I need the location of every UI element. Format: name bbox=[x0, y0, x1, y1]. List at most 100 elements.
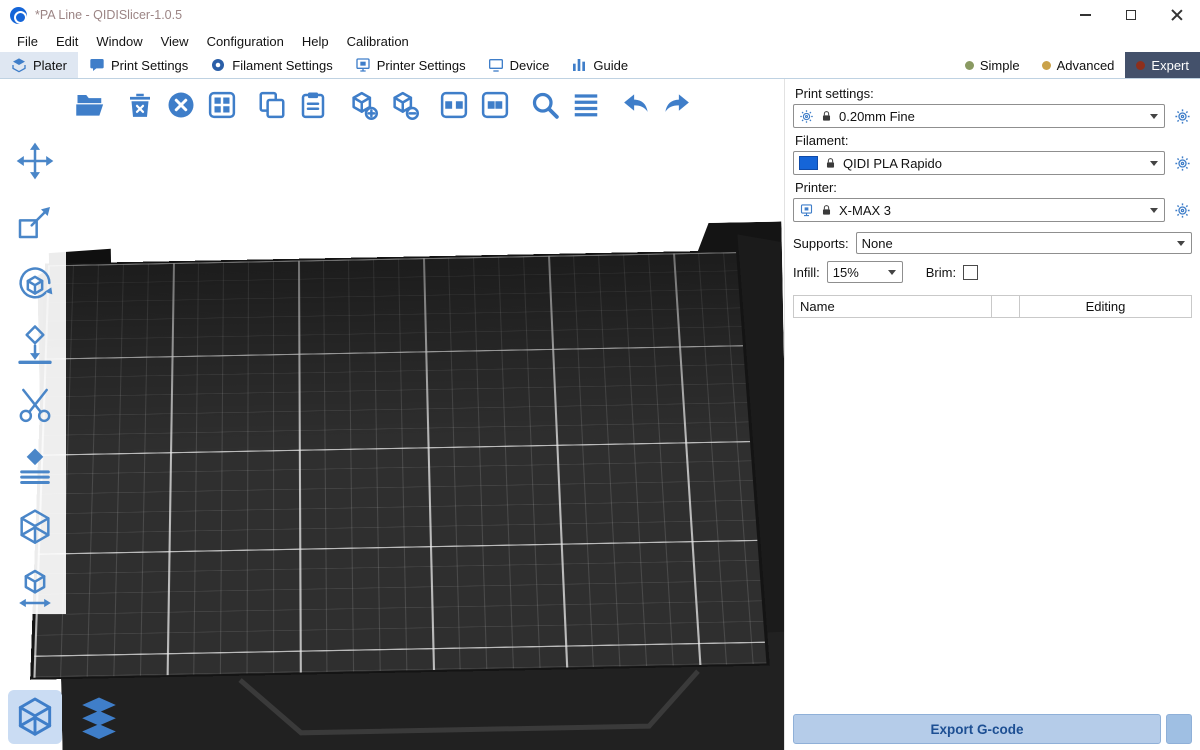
rotate-tool-icon[interactable] bbox=[13, 261, 57, 305]
printer-base-handle bbox=[230, 669, 711, 740]
build-plate bbox=[30, 250, 770, 679]
device-icon bbox=[488, 57, 504, 73]
tab-plater[interactable]: Plater bbox=[0, 52, 78, 78]
open-folder-icon[interactable] bbox=[74, 89, 106, 121]
tab-print-settings[interactable]: Print Settings bbox=[78, 52, 199, 78]
menu-help[interactable]: Help bbox=[293, 34, 338, 49]
menu-window[interactable]: Window bbox=[87, 34, 151, 49]
object-list-header: Name Editing bbox=[793, 295, 1192, 318]
titlebar: *PA Line - QIDISlicer-1.0.5 bbox=[0, 0, 1200, 30]
menu-file[interactable]: File bbox=[8, 34, 47, 49]
tab-guide-label: Guide bbox=[593, 58, 628, 73]
column-editing[interactable]: Editing bbox=[1020, 296, 1191, 317]
tab-plater-label: Plater bbox=[33, 58, 67, 73]
seam-paint-tool-icon[interactable] bbox=[13, 444, 57, 488]
layers-icon bbox=[76, 694, 122, 740]
menu-calibration[interactable]: Calibration bbox=[338, 34, 418, 49]
split-objects-icon[interactable] bbox=[438, 89, 470, 121]
column-spacer bbox=[992, 296, 1020, 317]
scale-tool-icon[interactable] bbox=[13, 200, 57, 244]
remove-instance-icon[interactable] bbox=[388, 89, 420, 121]
delete-all-icon[interactable] bbox=[165, 89, 197, 121]
supports-value: None bbox=[862, 236, 893, 251]
mode-expert-label: Expert bbox=[1151, 58, 1189, 73]
expert-dot-icon bbox=[1136, 61, 1145, 70]
split-parts-icon[interactable] bbox=[479, 89, 511, 121]
window-title: *PA Line - QIDISlicer-1.0.5 bbox=[35, 8, 182, 22]
supports-label: Supports: bbox=[793, 236, 849, 251]
tab-guide[interactable]: Guide bbox=[560, 52, 639, 78]
printer-mini-icon bbox=[799, 203, 814, 218]
menu-view[interactable]: View bbox=[152, 34, 198, 49]
tab-filament-settings[interactable]: Filament Settings bbox=[199, 52, 343, 78]
place-on-face-tool-icon[interactable] bbox=[13, 322, 57, 366]
mode-simple[interactable]: Simple bbox=[954, 52, 1031, 78]
tab-device[interactable]: Device bbox=[477, 52, 561, 78]
left-toolbar bbox=[4, 135, 66, 614]
printer-settings-icon bbox=[355, 57, 371, 73]
bed-scene bbox=[0, 79, 784, 750]
filament-gear-button[interactable] bbox=[1172, 153, 1192, 173]
chevron-down-icon bbox=[1150, 161, 1158, 166]
print-settings-combo[interactable]: 0.20mm Fine bbox=[793, 104, 1165, 128]
settings-sidebar: Print settings: 0.20mm Fine Filament: bbox=[784, 79, 1200, 750]
variable-layer-height-icon[interactable] bbox=[570, 89, 602, 121]
tab-print-settings-label: Print Settings bbox=[111, 58, 188, 73]
mode-advanced-label: Advanced bbox=[1057, 58, 1115, 73]
paste-icon[interactable] bbox=[297, 89, 329, 121]
guide-icon bbox=[571, 57, 587, 73]
tabbar: Plater Print Settings Filament Settings … bbox=[0, 52, 1200, 79]
minimize-icon bbox=[1080, 14, 1091, 16]
tab-device-label: Device bbox=[510, 58, 550, 73]
undo-icon[interactable] bbox=[620, 89, 652, 121]
maximize-button[interactable] bbox=[1108, 0, 1154, 30]
mode-simple-label: Simple bbox=[980, 58, 1020, 73]
menu-configuration[interactable]: Configuration bbox=[198, 34, 293, 49]
redo-icon[interactable] bbox=[661, 89, 693, 121]
filament-settings-icon bbox=[210, 57, 226, 73]
app-logo-icon bbox=[10, 7, 27, 24]
emboss-tool-icon[interactable] bbox=[13, 505, 57, 549]
search-icon[interactable] bbox=[529, 89, 561, 121]
top-toolbar bbox=[66, 85, 701, 125]
object-list[interactable] bbox=[793, 318, 1192, 714]
column-name[interactable]: Name bbox=[794, 296, 992, 317]
viewport-3d[interactable] bbox=[0, 79, 784, 750]
cut-tool-icon[interactable] bbox=[13, 383, 57, 427]
tab-printer-settings[interactable]: Printer Settings bbox=[344, 52, 477, 78]
print-settings-value: 0.20mm Fine bbox=[839, 109, 915, 124]
mode-expert[interactable]: Expert bbox=[1125, 52, 1200, 78]
chevron-down-icon bbox=[1150, 114, 1158, 119]
menu-edit[interactable]: Edit bbox=[47, 34, 87, 49]
printer-gear-button[interactable] bbox=[1172, 200, 1192, 220]
infill-value: 15% bbox=[833, 265, 859, 280]
delete-icon[interactable] bbox=[124, 89, 156, 121]
printer-combo[interactable]: X-MAX 3 bbox=[793, 198, 1165, 222]
infill-combo[interactable]: 15% bbox=[827, 261, 903, 283]
export-gcode-button[interactable]: Export G-code bbox=[793, 714, 1161, 744]
tab-filament-settings-label: Filament Settings bbox=[232, 58, 332, 73]
add-instance-icon[interactable] bbox=[347, 89, 379, 121]
export-options-button[interactable] bbox=[1166, 714, 1192, 744]
preview-view-button[interactable] bbox=[72, 690, 126, 744]
filament-combo[interactable]: QIDI PLA Rapido bbox=[793, 151, 1165, 175]
qidislicer-window: *PA Line - QIDISlicer-1.0.5 File Edit Wi… bbox=[0, 0, 1200, 750]
close-button[interactable] bbox=[1154, 0, 1200, 30]
move-tool-icon[interactable] bbox=[13, 139, 57, 183]
preset-gear-icon bbox=[799, 109, 814, 124]
editor-view-button[interactable] bbox=[8, 690, 62, 744]
export-row: Export G-code bbox=[793, 714, 1192, 744]
arrange-icon[interactable] bbox=[206, 89, 238, 121]
copy-icon[interactable] bbox=[256, 89, 288, 121]
plater-icon bbox=[11, 57, 27, 73]
mode-advanced[interactable]: Advanced bbox=[1031, 52, 1126, 78]
chevron-down-icon bbox=[1177, 241, 1185, 246]
supports-combo[interactable]: None bbox=[856, 232, 1192, 254]
minimize-button[interactable] bbox=[1062, 0, 1108, 30]
printer-label: Printer: bbox=[795, 180, 1192, 195]
filament-color-swatch bbox=[799, 156, 818, 170]
print-settings-gear-button[interactable] bbox=[1172, 106, 1192, 126]
window-controls bbox=[1062, 0, 1200, 30]
brim-checkbox[interactable] bbox=[963, 265, 978, 280]
measure-tool-icon[interactable] bbox=[13, 566, 57, 610]
